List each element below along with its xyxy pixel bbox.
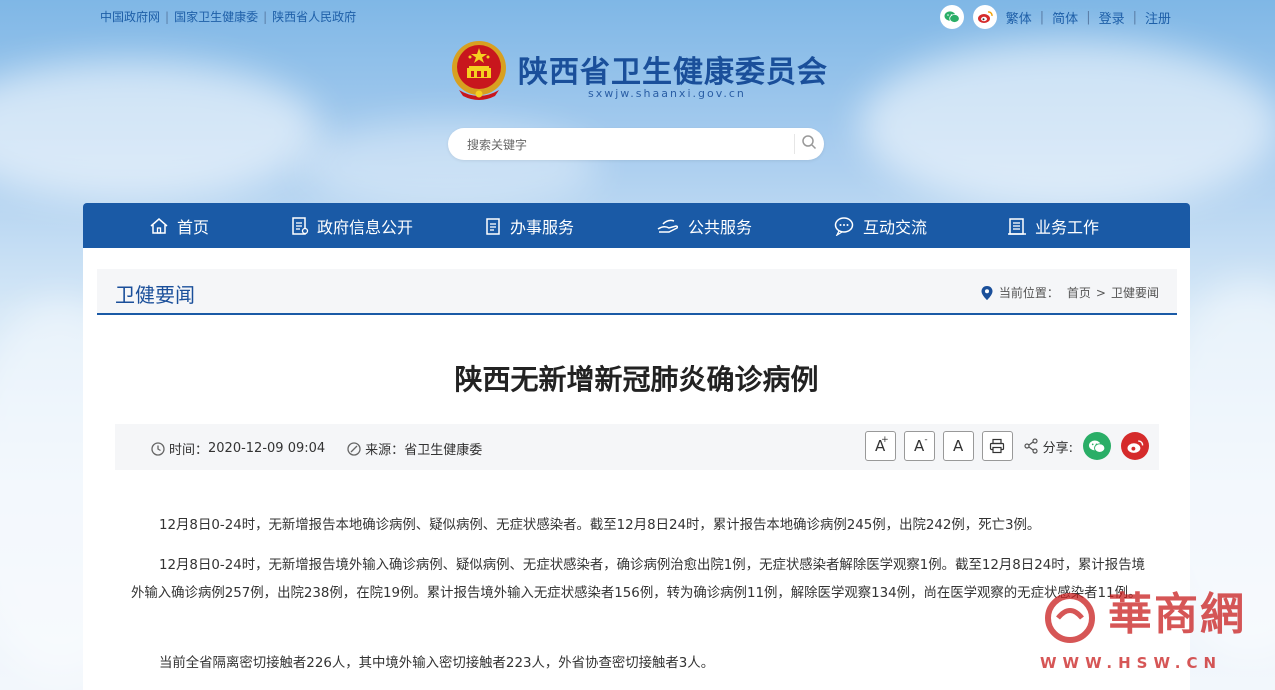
source-icon <box>347 441 361 456</box>
share-weibo-button[interactable] <box>1121 432 1149 460</box>
share-section: 分享: <box>1023 432 1149 460</box>
nav-interaction[interactable]: 互动交流 <box>833 203 927 248</box>
article-meta-bar: 时间： 2020-12-09 09:04 来源： 省卫生健康委 A + A- A … <box>115 424 1159 470</box>
main-nav: 首页 政府信息公开 办事服务 公共服务 互动交流 业务工作 <box>83 203 1190 248</box>
search-input[interactable]: 搜索关键字 <box>467 136 527 153</box>
wechat-icon[interactable] <box>939 5 964 29</box>
print-icon <box>990 438 1005 454</box>
site-title[interactable]: 陕西省卫生健康委员会 <box>518 47 828 91</box>
publish-time: 2020-12-09 09:04 <box>208 441 326 456</box>
nav-label: 公共服务 <box>688 217 753 237</box>
clipboard-icon <box>486 217 500 235</box>
share-icon <box>1024 438 1038 454</box>
nav-home[interactable]: 首页 <box>149 203 209 248</box>
top-links: 中国政府网 | 国家卫生健康委 | 陕西省人民政府 <box>100 8 356 25</box>
content-panel: 卫健要闻 当前位置： 首页 > 卫健要闻 陕西无新增新冠肺炎确诊病例 时间： 2… <box>83 248 1190 690</box>
nav-services[interactable]: 办事服务 <box>484 203 574 248</box>
top-right-tools: 繁体 | 简体 | 登录 | 注册 <box>939 5 1171 29</box>
clock-icon <box>151 441 165 456</box>
hand-icon <box>657 219 679 233</box>
link-nhc[interactable]: 国家卫生健康委 <box>174 10 258 24</box>
weibo-icon <box>1127 439 1144 453</box>
breadcrumb-separator: > <box>1095 285 1106 300</box>
document-icon <box>292 216 309 235</box>
location-pin-icon <box>981 285 993 300</box>
search-box[interactable]: 搜索关键字 <box>448 128 824 160</box>
article-tools: A + A- A 分享: <box>857 431 1149 461</box>
link-register[interactable]: 注册 <box>1145 8 1171 27</box>
nav-business[interactable]: 业务工作 <box>1007 203 1099 248</box>
share-wechat-button[interactable] <box>1083 432 1111 460</box>
article-paragraph: 12月8日0-24时，无新增报告本地确诊病例、疑似病例、无症状感染者。截至12月… <box>159 518 1041 533</box>
separator: | <box>263 10 268 24</box>
font-increase-button[interactable]: A + <box>864 431 896 461</box>
briefcase-icon <box>1008 217 1026 235</box>
nav-label: 互动交流 <box>863 217 928 237</box>
font-decrease-button[interactable]: A- <box>903 431 935 461</box>
separator: | <box>165 10 170 24</box>
separator: | <box>1039 9 1045 25</box>
national-emblem-logo[interactable] <box>449 38 509 104</box>
link-login[interactable]: 登录 <box>1099 8 1125 27</box>
article-paragraph: 12月8日0-24时，无新增报告境外输入确诊病例、疑似病例、无症状感染者，确诊病… <box>131 558 1145 601</box>
nav-label: 政府信息公开 <box>317 217 414 237</box>
separator: | <box>1132 9 1137 25</box>
home-icon <box>150 217 168 234</box>
breadcrumb: 当前位置： 首页 > 卫健要闻 <box>981 284 1159 301</box>
site-domain: sxwjw.shaanxi.gov.cn <box>588 87 746 100</box>
chat-icon <box>834 216 854 236</box>
wechat-icon <box>1088 440 1106 453</box>
weibo-icon[interactable] <box>972 5 997 29</box>
section-title: 卫健要闻 <box>115 283 195 307</box>
separator: | <box>1086 9 1091 25</box>
link-traditional[interactable]: 繁体 <box>1006 8 1032 27</box>
section-header: 卫健要闻 当前位置： 首页 > 卫健要闻 <box>97 269 1177 315</box>
search-icon[interactable] <box>794 134 817 154</box>
font-reset-button[interactable]: A <box>942 431 974 461</box>
article-source: 省卫生健康委 <box>404 443 483 458</box>
nav-gov-info[interactable]: 政府信息公开 <box>291 203 413 248</box>
link-gov-cn[interactable]: 中国政府网 <box>100 10 160 24</box>
breadcrumb-home[interactable]: 首页 <box>1067 284 1091 301</box>
article-meta: 时间： 2020-12-09 09:04 来源： 省卫生健康委 <box>151 439 482 458</box>
watermark-text: 華商網 <box>1108 589 1246 640</box>
article-title: 陕西无新增新冠肺炎确诊病例 <box>454 363 819 396</box>
article-paragraph: 当前全省隔离密切接触者226人，其中境外输入密切接触者223人，外省协查密切接触… <box>159 656 715 671</box>
breadcrumb-prefix: 当前位置： <box>998 286 1059 300</box>
nav-public-services[interactable]: 公共服务 <box>656 203 752 248</box>
nav-label: 办事服务 <box>510 217 575 237</box>
nav-label: 业务工作 <box>1035 217 1100 237</box>
share-label: 分享: <box>1042 440 1073 456</box>
nav-label: 首页 <box>177 217 210 237</box>
print-button[interactable] <box>981 431 1013 461</box>
watermark-url: WWW.HSW.CN <box>1040 654 1223 672</box>
time-label: 时间： <box>169 443 209 458</box>
source-label: 来源： <box>365 443 405 458</box>
link-shaanxi-gov[interactable]: 陕西省人民政府 <box>272 10 356 24</box>
link-simplified[interactable]: 简体 <box>1052 8 1078 27</box>
breadcrumb-current[interactable]: 卫健要闻 <box>1111 284 1159 301</box>
